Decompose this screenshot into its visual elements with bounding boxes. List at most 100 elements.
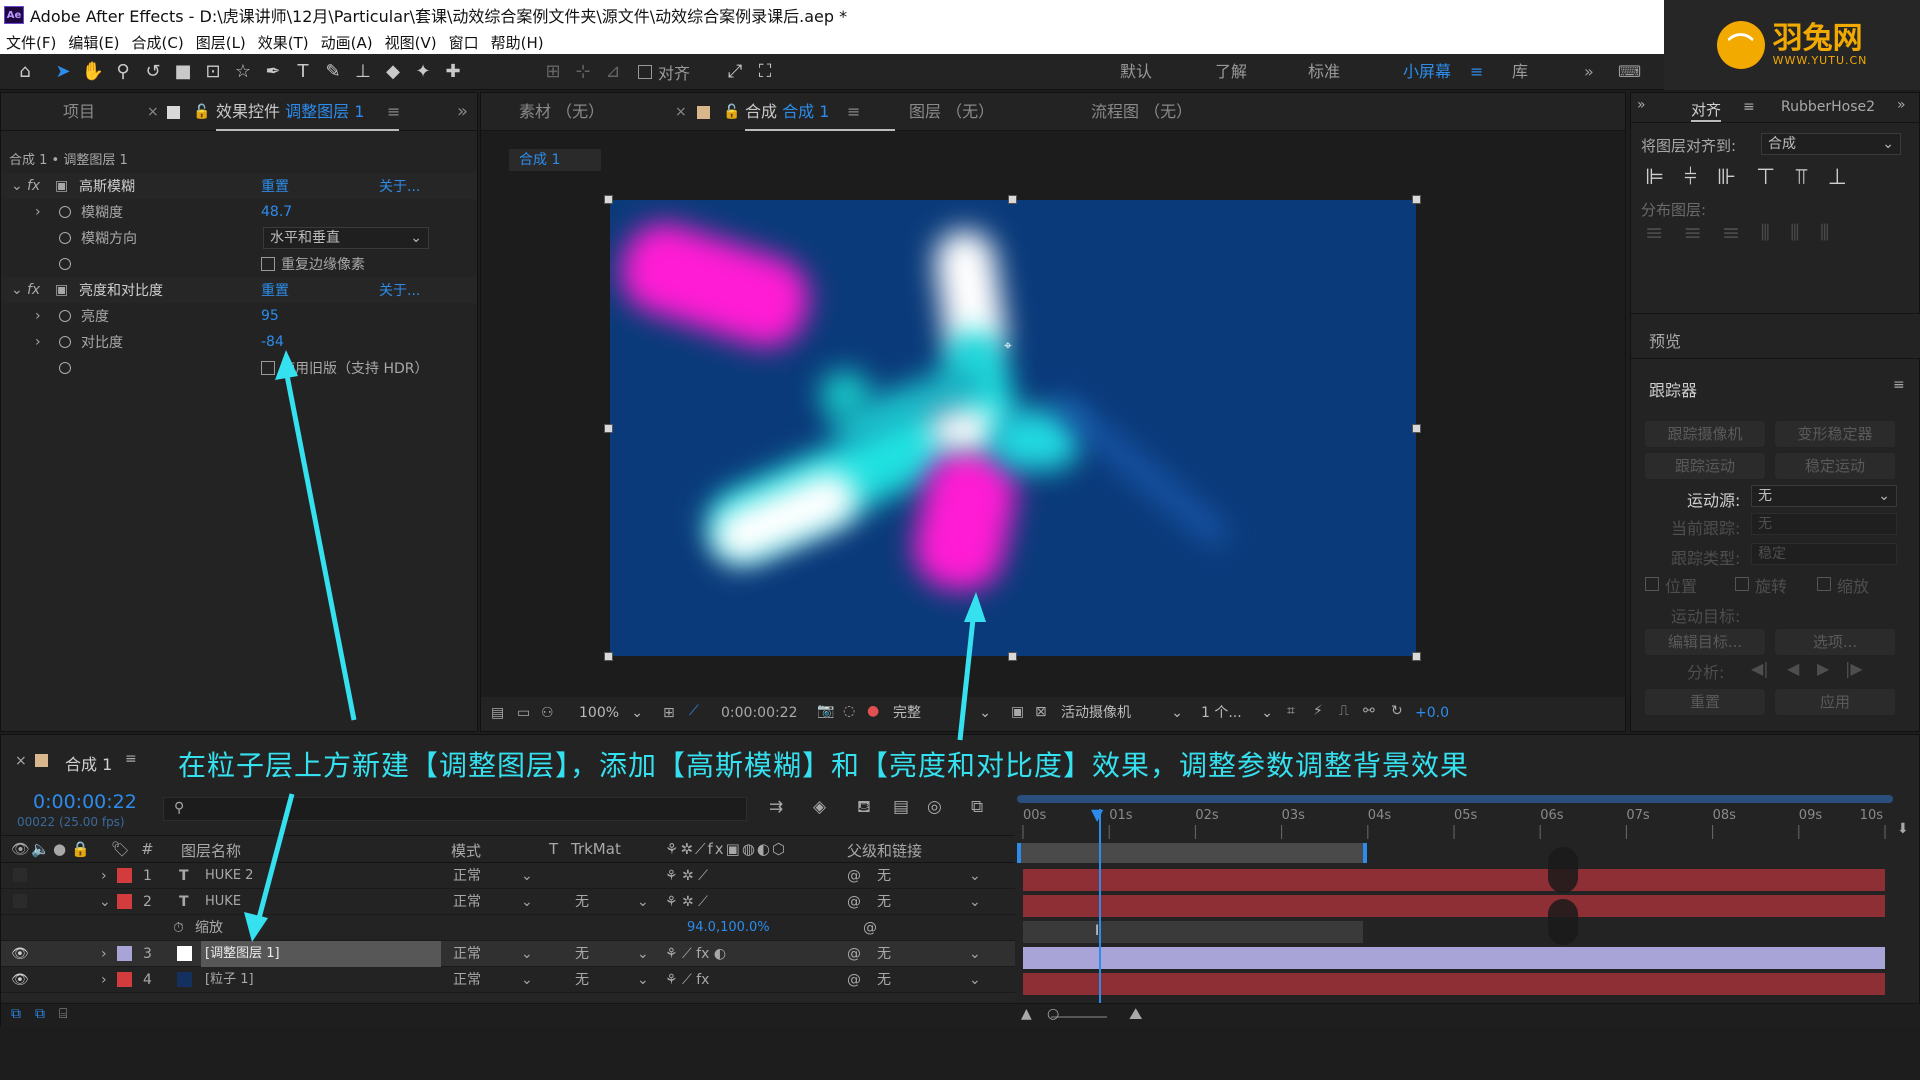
- adjustment-layer-bar[interactable]: [1023, 947, 1885, 969]
- pickwhip-icon[interactable]: @: [847, 863, 861, 889]
- layer-search-input[interactable]: ⚲: [163, 797, 747, 821]
- panel-menu-icon[interactable]: ≡: [1893, 377, 1905, 393]
- expand-chevron-icon[interactable]: ›: [101, 863, 107, 889]
- expand-panels-icon[interactable]: »: [457, 93, 468, 131]
- lock-toggle-icon[interactable]: 🔒: [71, 840, 90, 858]
- current-time-indicator[interactable]: [1099, 809, 1101, 1003]
- layer-bar[interactable]: [1023, 895, 1885, 917]
- world-axis-icon[interactable]: ⊹: [568, 57, 598, 87]
- align-top-icon[interactable]: ⊤: [1756, 165, 1775, 190]
- distribute-hcenter-icon[interactable]: ⦀: [1790, 221, 1800, 246]
- layer-name[interactable]: [粒子 1]: [205, 967, 254, 993]
- scale-checkbox[interactable]: [1817, 577, 1831, 591]
- region-of-interest-icon[interactable]: ⟋: [689, 703, 699, 719]
- always-preview-icon[interactable]: ▤: [491, 705, 504, 721]
- audio-toggle-icon[interactable]: 🔈: [31, 840, 50, 858]
- home-icon[interactable]: ⌂: [10, 57, 40, 87]
- transform-handle[interactable]: [1008, 652, 1017, 661]
- menu-layer[interactable]: 图层(L): [190, 32, 252, 53]
- transform-handle[interactable]: [1412, 195, 1421, 204]
- lock-icon[interactable]: 🔓: [193, 93, 210, 131]
- menu-composition[interactable]: 合成(C): [126, 32, 190, 53]
- workspace-small-screen[interactable]: 小屏幕: [1403, 54, 1451, 90]
- stopwatch-icon[interactable]: [59, 362, 71, 374]
- clone-stamp-tool-icon[interactable]: ⊥: [348, 57, 378, 87]
- motion-source-dropdown[interactable]: 无 ⌄: [1751, 485, 1897, 507]
- layer-row[interactable]: 👁 › 4 [粒子 1] 正常 ⌄ 无 ⌄ ⚘ ⟋ fx @ 无 ⌄: [1, 967, 1015, 993]
- align-bottom-icon[interactable]: ⊥: [1828, 165, 1847, 190]
- pickwhip-icon[interactable]: @: [847, 967, 861, 993]
- panel-menu-icon[interactable]: ≡: [125, 751, 137, 767]
- zoom-tool-icon[interactable]: ⚲: [108, 57, 138, 87]
- lock-icon[interactable]: 🔓: [723, 93, 740, 131]
- column-layer-name[interactable]: 图层名称: [181, 840, 241, 861]
- draft-3d-icon[interactable]: ◈: [813, 797, 826, 817]
- blur-direction-dropdown[interactable]: 水平和垂直 ⌄: [263, 227, 429, 249]
- search-help-icon[interactable]: ⌨: [1618, 54, 1641, 90]
- layer-mode[interactable]: 正常: [453, 863, 481, 889]
- chevron-down-icon[interactable]: ⌄: [637, 941, 649, 967]
- stopwatch-icon[interactable]: [59, 206, 71, 218]
- local-axis-icon[interactable]: ⊞: [538, 57, 568, 87]
- views-dropdown[interactable]: 1 个... ⌄: [1195, 703, 1275, 725]
- chevron-down-icon[interactable]: ⌄: [521, 889, 533, 915]
- chevron-down-icon[interactable]: ⌄: [969, 941, 981, 967]
- layer-parent[interactable]: 无: [877, 967, 891, 993]
- work-area-start-handle[interactable]: [1017, 843, 1021, 863]
- fast-previews-icon[interactable]: ▣: [1011, 704, 1024, 720]
- repeat-edge-checkbox[interactable]: [261, 257, 275, 271]
- snap-toggle[interactable]: 对齐: [638, 60, 690, 84]
- timeline-scroll-icon[interactable]: ⬇: [1897, 821, 1909, 837]
- anchor-point-icon[interactable]: ⌖: [1004, 338, 1012, 354]
- layer-name[interactable]: HUKE 2: [205, 863, 253, 889]
- analyze-back-one-icon[interactable]: ◀|: [1751, 659, 1769, 678]
- workspace-menu-icon[interactable]: ≡: [1470, 54, 1483, 90]
- collapse-chevron-icon[interactable]: ⌄: [11, 282, 23, 298]
- collapse-chevron-icon[interactable]: ⌄: [11, 178, 23, 194]
- switches-icon[interactable]: ⚘ ⟋ fx: [665, 967, 709, 993]
- snap-features-icon[interactable]: ⛶: [750, 57, 780, 87]
- flowchart-icon[interactable]: ⚯: [1363, 703, 1375, 719]
- type-tool-icon[interactable]: T: [288, 57, 318, 87]
- expression-pickwhip-icon[interactable]: @: [863, 915, 877, 941]
- layer-label-color[interactable]: [117, 868, 132, 883]
- reset-exposure-icon[interactable]: ↻: [1391, 703, 1403, 719]
- stopwatch-icon[interactable]: [59, 310, 71, 322]
- rotation-checkbox[interactable]: [1735, 577, 1749, 591]
- tab-project[interactable]: 项目: [63, 93, 95, 131]
- chevron-down-icon[interactable]: ⌄: [521, 967, 533, 993]
- layer-trkmat[interactable]: 无: [575, 941, 589, 967]
- menu-animation[interactable]: 动画(A): [315, 32, 379, 53]
- preview-panel-header[interactable]: 预览: [1631, 313, 1920, 359]
- align-hcenter-icon[interactable]: ⫩: [1684, 165, 1697, 190]
- show-snapshot-icon[interactable]: ◌: [843, 703, 855, 719]
- layer-row-selected[interactable]: 👁 › 3 [调整图层 1] 正常 ⌄ 无 ⌄ ⚘ ⟋ fx ◐ @ 无 ⌄: [1, 941, 1015, 967]
- zoom-slider-handle[interactable]: ○: [1047, 1006, 1059, 1022]
- shy-switch-icon[interactable]: ⚘ ✲ ⟋: [665, 889, 708, 915]
- toggle-pixel-aspect-icon[interactable]: ⌗: [1287, 703, 1295, 719]
- menu-file[interactable]: 文件(F): [0, 32, 62, 53]
- tab-rubberhose[interactable]: RubberHose2: [1781, 99, 1875, 115]
- eraser-tool-icon[interactable]: ◆: [378, 57, 408, 87]
- menu-help[interactable]: 帮助(H): [485, 32, 550, 53]
- brush-tool-icon[interactable]: ✎: [318, 57, 348, 87]
- chevron-down-icon[interactable]: ⌄: [637, 889, 649, 915]
- blurriness-value[interactable]: 48.7: [261, 204, 292, 220]
- analyze-backward-icon[interactable]: ◀: [1787, 659, 1799, 678]
- tab-footage[interactable]: 素材 （无）: [519, 93, 604, 131]
- brightness-value[interactable]: 95: [261, 308, 279, 324]
- panel-menu-icon[interactable]: ≡: [387, 93, 400, 131]
- chevron-down-icon[interactable]: ⌄: [969, 889, 981, 915]
- transform-handle[interactable]: [1412, 652, 1421, 661]
- menu-edit[interactable]: 编辑(E): [62, 32, 125, 53]
- apply-track-button[interactable]: 应用: [1775, 689, 1895, 715]
- effect-reset-link[interactable]: 重置: [261, 280, 289, 300]
- position-checkbox[interactable]: [1645, 577, 1659, 591]
- align-left-icon[interactable]: ⊫: [1645, 165, 1664, 190]
- zoom-out-icon[interactable]: ▲: [1021, 1006, 1032, 1022]
- monitor-icon[interactable]: ▭: [517, 705, 530, 721]
- distribute-bottom-icon[interactable]: ≡: [1722, 221, 1740, 246]
- label-color-icon[interactable]: 🏷: [111, 840, 130, 858]
- layer-mode[interactable]: 正常: [453, 941, 481, 967]
- analyze-forward-icon[interactable]: ▶: [1817, 659, 1829, 678]
